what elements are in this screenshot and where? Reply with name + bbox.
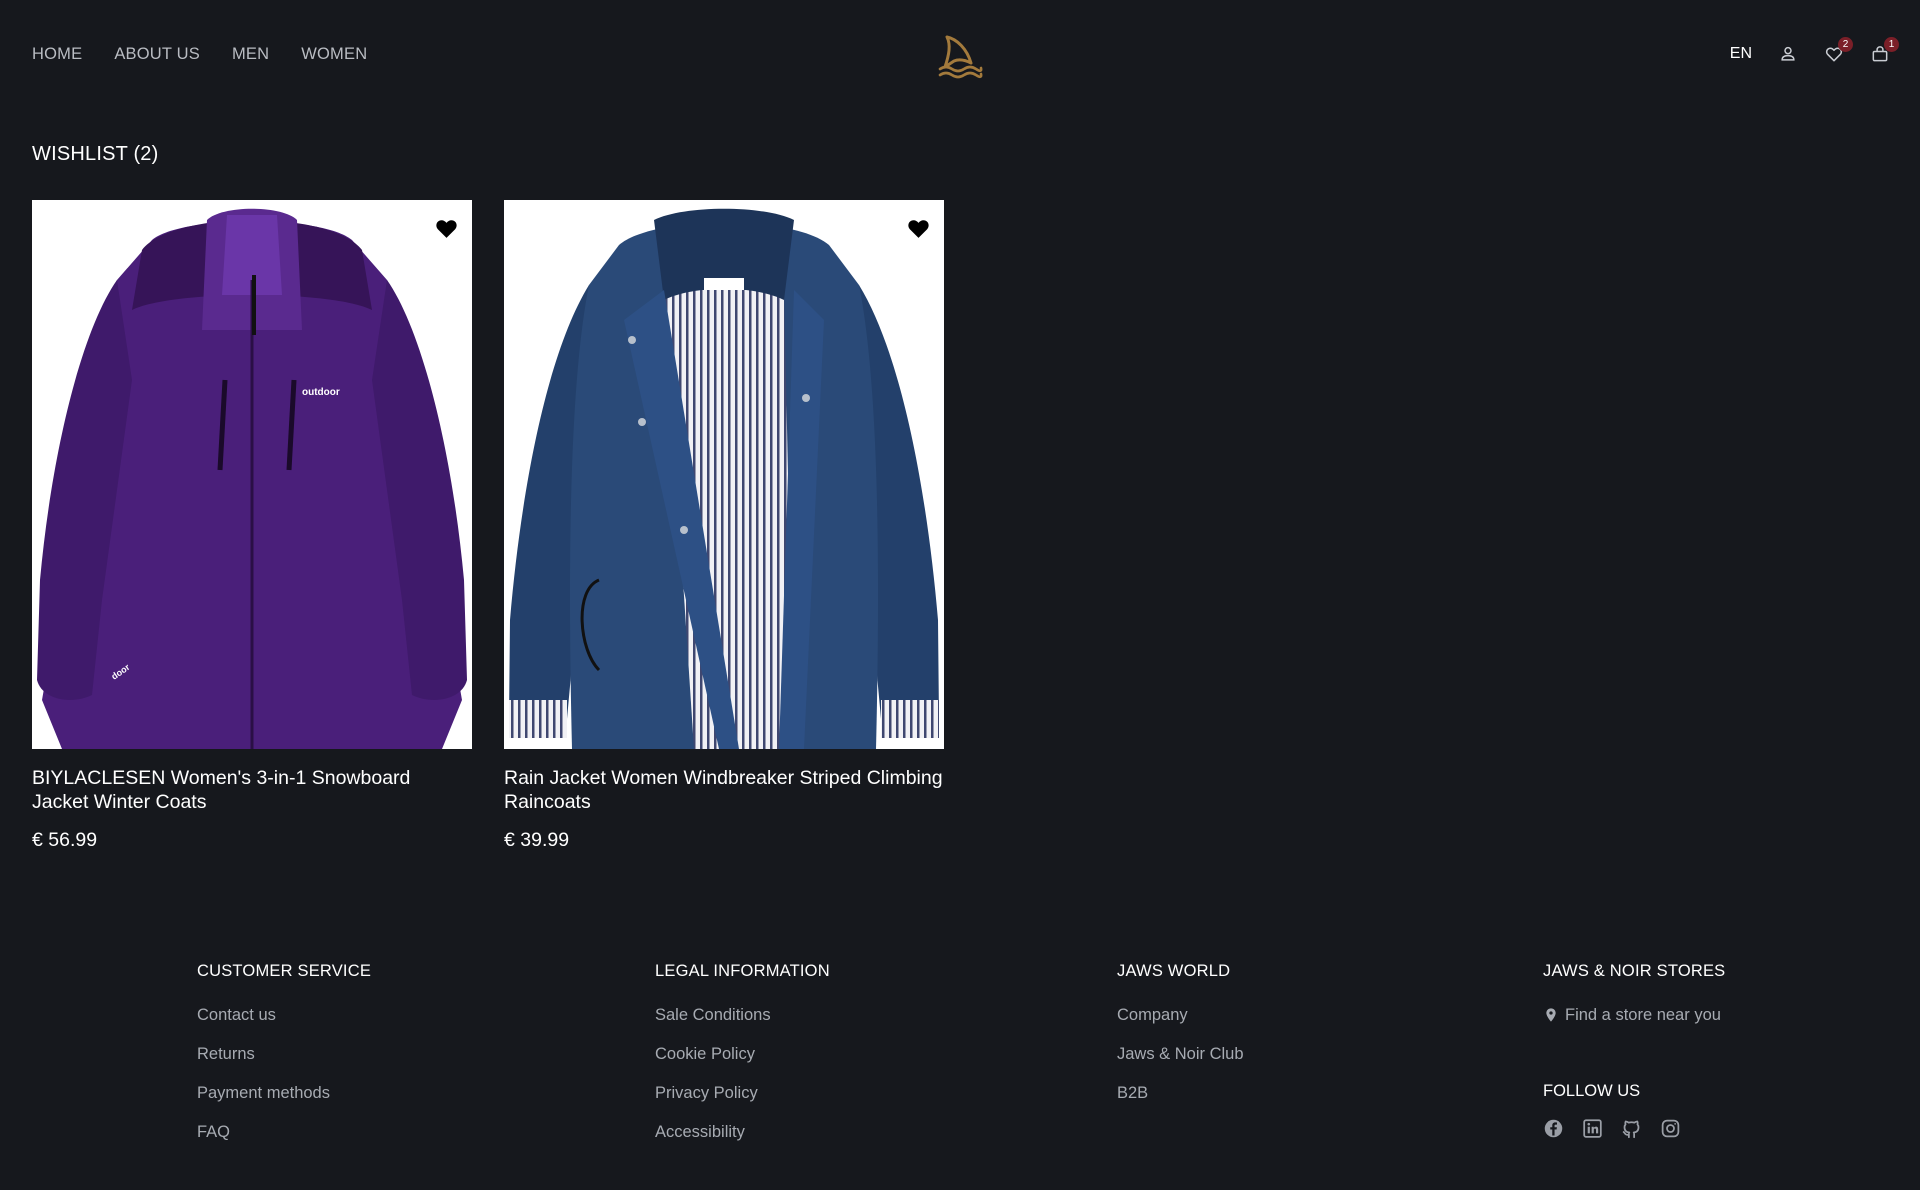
nav-women-link[interactable]: WOMEN [301,45,367,64]
svg-text:outdoor: outdoor [302,387,340,398]
faq-link[interactable]: FAQ [197,1122,371,1142]
find-store-label: Find a store near you [1565,1006,1721,1024]
product-name[interactable]: BIYLACLESEN Women's 3-in-1 Snowboard Jac… [32,766,472,814]
nav-men-link[interactable]: MEN [232,45,269,64]
page-title: WISHLIST (2) [32,143,159,165]
sale-conditions-link[interactable]: Sale Conditions [655,1005,830,1025]
navy-striped-raincoat-image [504,200,944,749]
cookie-policy-link[interactable]: Cookie Policy [655,1044,830,1064]
footer-heading: CUSTOMER SERVICE [197,962,372,980]
payment-methods-link[interactable]: Payment methods [197,1083,371,1103]
footer-stores: JAWS & NOIR STORES Find a store near you [1543,962,1725,1044]
purple-jacket-image: outdoor door [32,200,472,749]
cart-count-badge: 1 [1884,37,1899,52]
product-price: € 39.99 [504,829,570,851]
main-nav: HOME ABOUT US MEN WOMEN [32,45,367,64]
nav-about-link[interactable]: ABOUT US [114,45,200,64]
product-card[interactable]: outdoor door BIYLACLESEN Women's 3-in-1 … [32,200,472,852]
remove-wishlist-heart-icon[interactable] [432,214,460,242]
wishlist-count-badge: 2 [1838,37,1853,52]
b2b-link[interactable]: B2B [1117,1083,1244,1103]
returns-link[interactable]: Returns [197,1044,371,1064]
jaws-noir-club-link[interactable]: Jaws & Noir Club [1117,1044,1244,1064]
footer-jaws-world: JAWS WORLD Company Jaws & Noir Club B2B [1117,962,1244,1122]
privacy-policy-link[interactable]: Privacy Policy [655,1083,830,1103]
footer-heading: JAWS WORLD [1117,962,1231,980]
find-store-link[interactable]: Find a store near you [1543,1005,1725,1025]
wishlist-heart-icon[interactable]: 2 [1822,37,1853,66]
user-icon[interactable] [1776,42,1800,66]
wishlist-grid: outdoor door BIYLACLESEN Women's 3-in-1 … [32,200,944,852]
linkedin-icon[interactable] [1582,1118,1603,1139]
remove-wishlist-heart-icon[interactable] [904,214,932,242]
header-actions: EN 2 1 [1730,37,1899,66]
footer-heading: JAWS & NOIR STORES [1543,962,1726,980]
map-pin-icon [1546,1008,1556,1022]
product-name[interactable]: Rain Jacket Women Windbreaker Striped Cl… [504,766,944,814]
instagram-icon[interactable] [1660,1118,1681,1139]
social-links [1543,1118,1681,1139]
footer-customer-service: CUSTOMER SERVICE Contact us Returns Paym… [197,962,371,1161]
product-image[interactable] [504,200,944,749]
shark-fin-logo-icon[interactable] [937,33,983,79]
accessibility-link[interactable]: Accessibility [655,1122,830,1142]
product-card[interactable]: Rain Jacket Women Windbreaker Striped Cl… [504,200,944,852]
github-icon[interactable] [1621,1118,1642,1139]
follow-us-heading: FOLLOW US [1543,1082,1641,1100]
footer-heading: LEGAL INFORMATION [655,962,830,980]
product-price: € 56.99 [32,829,98,851]
footer-legal: LEGAL INFORMATION Sale Conditions Cookie… [655,962,830,1161]
nav-home-link[interactable]: HOME [32,45,82,64]
shopping-bag-icon[interactable]: 1 [1868,37,1899,66]
facebook-icon[interactable] [1543,1118,1564,1139]
product-image[interactable]: outdoor door [32,200,472,749]
site-header: HOME ABOUT US MEN WOMEN EN 2 1 [0,0,1920,112]
company-link[interactable]: Company [1117,1005,1244,1025]
contact-us-link[interactable]: Contact us [197,1005,371,1025]
language-selector[interactable]: EN [1730,45,1752,63]
